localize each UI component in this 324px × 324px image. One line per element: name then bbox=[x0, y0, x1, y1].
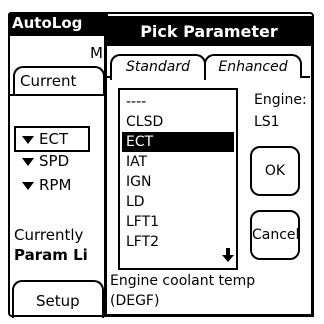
tab-current-label: Current bbox=[20, 72, 77, 90]
engine-label: Engine: bbox=[254, 92, 307, 108]
scroll-down-arrow-icon[interactable] bbox=[221, 247, 235, 263]
dropdown-triangle-icon bbox=[22, 181, 34, 190]
list-item[interactable]: LD bbox=[122, 192, 234, 212]
tab-standard[interactable]: Standard bbox=[110, 54, 206, 80]
list-item[interactable]: LFT1 bbox=[122, 212, 234, 232]
list-item[interactable]: IAT bbox=[122, 152, 234, 172]
tab-enhanced[interactable]: Enhanced bbox=[204, 54, 302, 78]
dropdown-triangle-icon bbox=[22, 157, 34, 166]
list-item[interactable]: LFT2 bbox=[122, 232, 234, 252]
list-item[interactable]: IGN bbox=[122, 172, 234, 192]
engine-value: LS1 bbox=[254, 114, 280, 130]
parameter-description-line2: (DEGF) bbox=[110, 293, 160, 309]
tab-baseline bbox=[10, 94, 110, 96]
parameter-description: Engine coolant temp (DEGF) bbox=[110, 271, 310, 311]
param-slot-rpm[interactable]: RPM bbox=[22, 176, 71, 194]
cancel-button[interactable]: Cancel bbox=[250, 210, 300, 260]
parameter-list[interactable]: ---- CLSD ECT IAT IGN LD LFT1 LFT2 bbox=[118, 88, 238, 270]
list-item[interactable]: ---- bbox=[122, 92, 234, 112]
background-header-fragment: M bbox=[90, 44, 103, 62]
background-app-title: AutoLog bbox=[12, 14, 83, 32]
ok-button[interactable]: OK bbox=[250, 146, 300, 196]
dropdown-triangle-icon bbox=[22, 135, 34, 144]
parameter-description-line1: Engine coolant temp bbox=[110, 273, 256, 289]
dialog-title: Pick Parameter bbox=[140, 22, 278, 41]
currently-label: Currently bbox=[14, 226, 84, 244]
list-item[interactable]: CLSD bbox=[122, 112, 234, 132]
param-slot-spd[interactable]: SPD bbox=[22, 152, 69, 170]
param-slot-ect-label: ECT bbox=[22, 130, 68, 148]
list-item-selected[interactable]: ECT bbox=[122, 132, 234, 152]
setup-tab-label: Setup bbox=[36, 292, 80, 310]
param-list-label: Param Li bbox=[14, 246, 88, 264]
